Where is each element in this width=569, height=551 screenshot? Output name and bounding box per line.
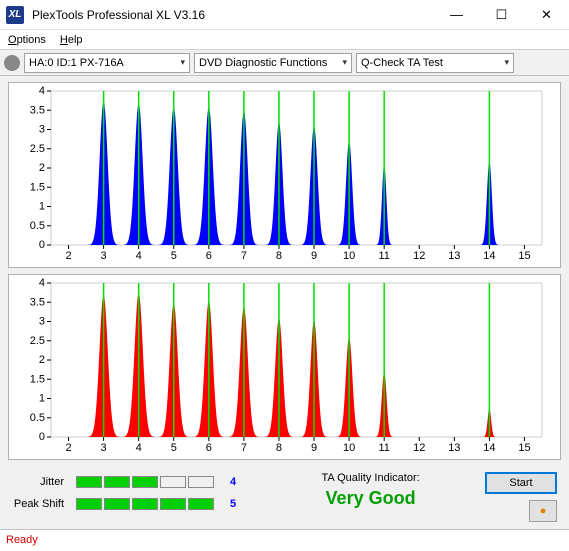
svg-text:5: 5 (171, 442, 177, 454)
segment (76, 498, 102, 510)
svg-text:8: 8 (276, 442, 282, 454)
segment (104, 476, 130, 488)
drive-select-value: HA:0 ID:1 PX-716A (29, 57, 124, 69)
svg-text:6: 6 (206, 442, 212, 454)
svg-text:7: 7 (241, 250, 247, 262)
chart-bottom: 0 0.5 1 1.5 2 2.5 3 3.5 4 2 3 4 5 6 7 8 9 10 11 12 13 14 15 (8, 274, 561, 460)
segment (160, 498, 186, 510)
svg-text:6: 6 (206, 250, 212, 262)
svg-text:2: 2 (65, 250, 71, 262)
svg-text:4: 4 (39, 277, 45, 289)
svg-text:1.5: 1.5 (30, 181, 45, 193)
function-select-value: DVD Diagnostic Functions (199, 57, 327, 69)
svg-text:14: 14 (483, 442, 495, 454)
svg-text:2.5: 2.5 (30, 143, 45, 155)
svg-text:9: 9 (311, 442, 317, 454)
svg-text:4: 4 (136, 442, 142, 454)
svg-text:3: 3 (101, 442, 107, 454)
svg-text:2.5: 2.5 (30, 335, 45, 347)
quality-bars: Jitter 4 Peak Shift 5 (12, 476, 236, 510)
drive-select[interactable]: HA:0 ID:1 PX-716A (24, 53, 190, 73)
drive-icon (4, 55, 20, 71)
svg-text:0: 0 (39, 431, 45, 443)
jitter-value: 4 (230, 476, 236, 488)
jitter-row: Jitter 4 (12, 476, 236, 488)
svg-text:10: 10 (343, 250, 355, 262)
svg-text:15: 15 (518, 250, 530, 262)
svg-text:12: 12 (413, 442, 425, 454)
test-select-value: Q-Check TA Test (361, 57, 443, 69)
svg-text:2: 2 (39, 162, 45, 174)
svg-text:14: 14 (483, 250, 495, 262)
svg-text:15: 15 (518, 442, 530, 454)
peakshift-label: Peak Shift (12, 498, 68, 510)
svg-text:0.5: 0.5 (30, 220, 45, 232)
svg-text:10: 10 (343, 442, 355, 454)
svg-text:1: 1 (39, 201, 45, 213)
svg-text:9: 9 (311, 250, 317, 262)
result-panel: Jitter 4 Peak Shift 5 TA Quality Indicat… (8, 466, 561, 522)
titlebar: XL PlexTools Professional XL V3.16 — ☐ ✕ (0, 0, 569, 30)
segment (188, 476, 214, 488)
svg-text:2: 2 (65, 442, 71, 454)
minimize-button[interactable]: — (434, 0, 479, 30)
function-select[interactable]: DVD Diagnostic Functions (194, 53, 352, 73)
status-bar: Ready (0, 529, 569, 550)
svg-text:4: 4 (39, 85, 45, 97)
svg-text:5: 5 (171, 250, 177, 262)
segment (188, 498, 214, 510)
ta-indicator: TA Quality Indicator: Very Good (256, 472, 485, 509)
maximize-button[interactable]: ☐ (479, 0, 524, 30)
menu-options[interactable]: Options (8, 34, 46, 46)
window-title: PlexTools Professional XL V3.16 (32, 8, 205, 22)
main-panel: 00.511.522.533.5423456789101112131415 00… (0, 76, 569, 529)
chart-top: 0 0.5 1 1.5 2 2.5 3 3.5 4 2 3 4 5 6 7 8 9 10 11 12 13 14 15 (8, 82, 561, 268)
jitter-label: Jitter (12, 476, 68, 488)
start-button[interactable]: Start (485, 472, 557, 494)
window-controls: — ☐ ✕ (434, 0, 569, 30)
segment (160, 476, 186, 488)
svg-text:13: 13 (448, 250, 460, 262)
svg-text:0: 0 (39, 239, 45, 251)
svg-text:1.5: 1.5 (30, 373, 45, 385)
segment (132, 476, 158, 488)
svg-text:11: 11 (378, 250, 389, 262)
svg-text:0.5: 0.5 (30, 412, 45, 424)
svg-text:3: 3 (39, 124, 45, 136)
toolbar: HA:0 ID:1 PX-716A DVD Diagnostic Functio… (0, 50, 569, 76)
peakshift-segments (76, 498, 214, 510)
close-button[interactable]: ✕ (524, 0, 569, 30)
svg-text:4: 4 (136, 250, 142, 262)
svg-text:3.5: 3.5 (30, 104, 45, 116)
app-logo-icon: XL (6, 6, 24, 24)
svg-text:2: 2 (39, 354, 45, 366)
segment (104, 498, 130, 510)
peakshift-row: Peak Shift 5 (12, 498, 236, 510)
ta-indicator-label: TA Quality Indicator: (321, 472, 419, 484)
svg-text:1: 1 (39, 393, 45, 405)
start-button-label: Start (509, 477, 532, 489)
peakshift-value: 5 (230, 498, 236, 510)
svg-text:12: 12 (413, 250, 425, 262)
svg-text:7: 7 (241, 442, 247, 454)
ta-indicator-value: Very Good (326, 488, 416, 509)
status-text: Ready (6, 534, 38, 546)
menu-help[interactable]: Help (60, 34, 83, 46)
info-icon: ● (540, 505, 547, 517)
svg-text:11: 11 (378, 442, 389, 454)
svg-text:3.5: 3.5 (30, 296, 45, 308)
svg-text:8: 8 (276, 250, 282, 262)
svg-text:13: 13 (448, 442, 460, 454)
segment (76, 476, 102, 488)
jitter-segments (76, 476, 214, 488)
test-select[interactable]: Q-Check TA Test (356, 53, 514, 73)
segment (132, 498, 158, 510)
menubar: Options Help (0, 30, 569, 50)
svg-text:3: 3 (101, 250, 107, 262)
svg-text:3: 3 (39, 316, 45, 328)
action-buttons: Start ● (485, 472, 557, 522)
info-button[interactable]: ● (529, 500, 557, 522)
